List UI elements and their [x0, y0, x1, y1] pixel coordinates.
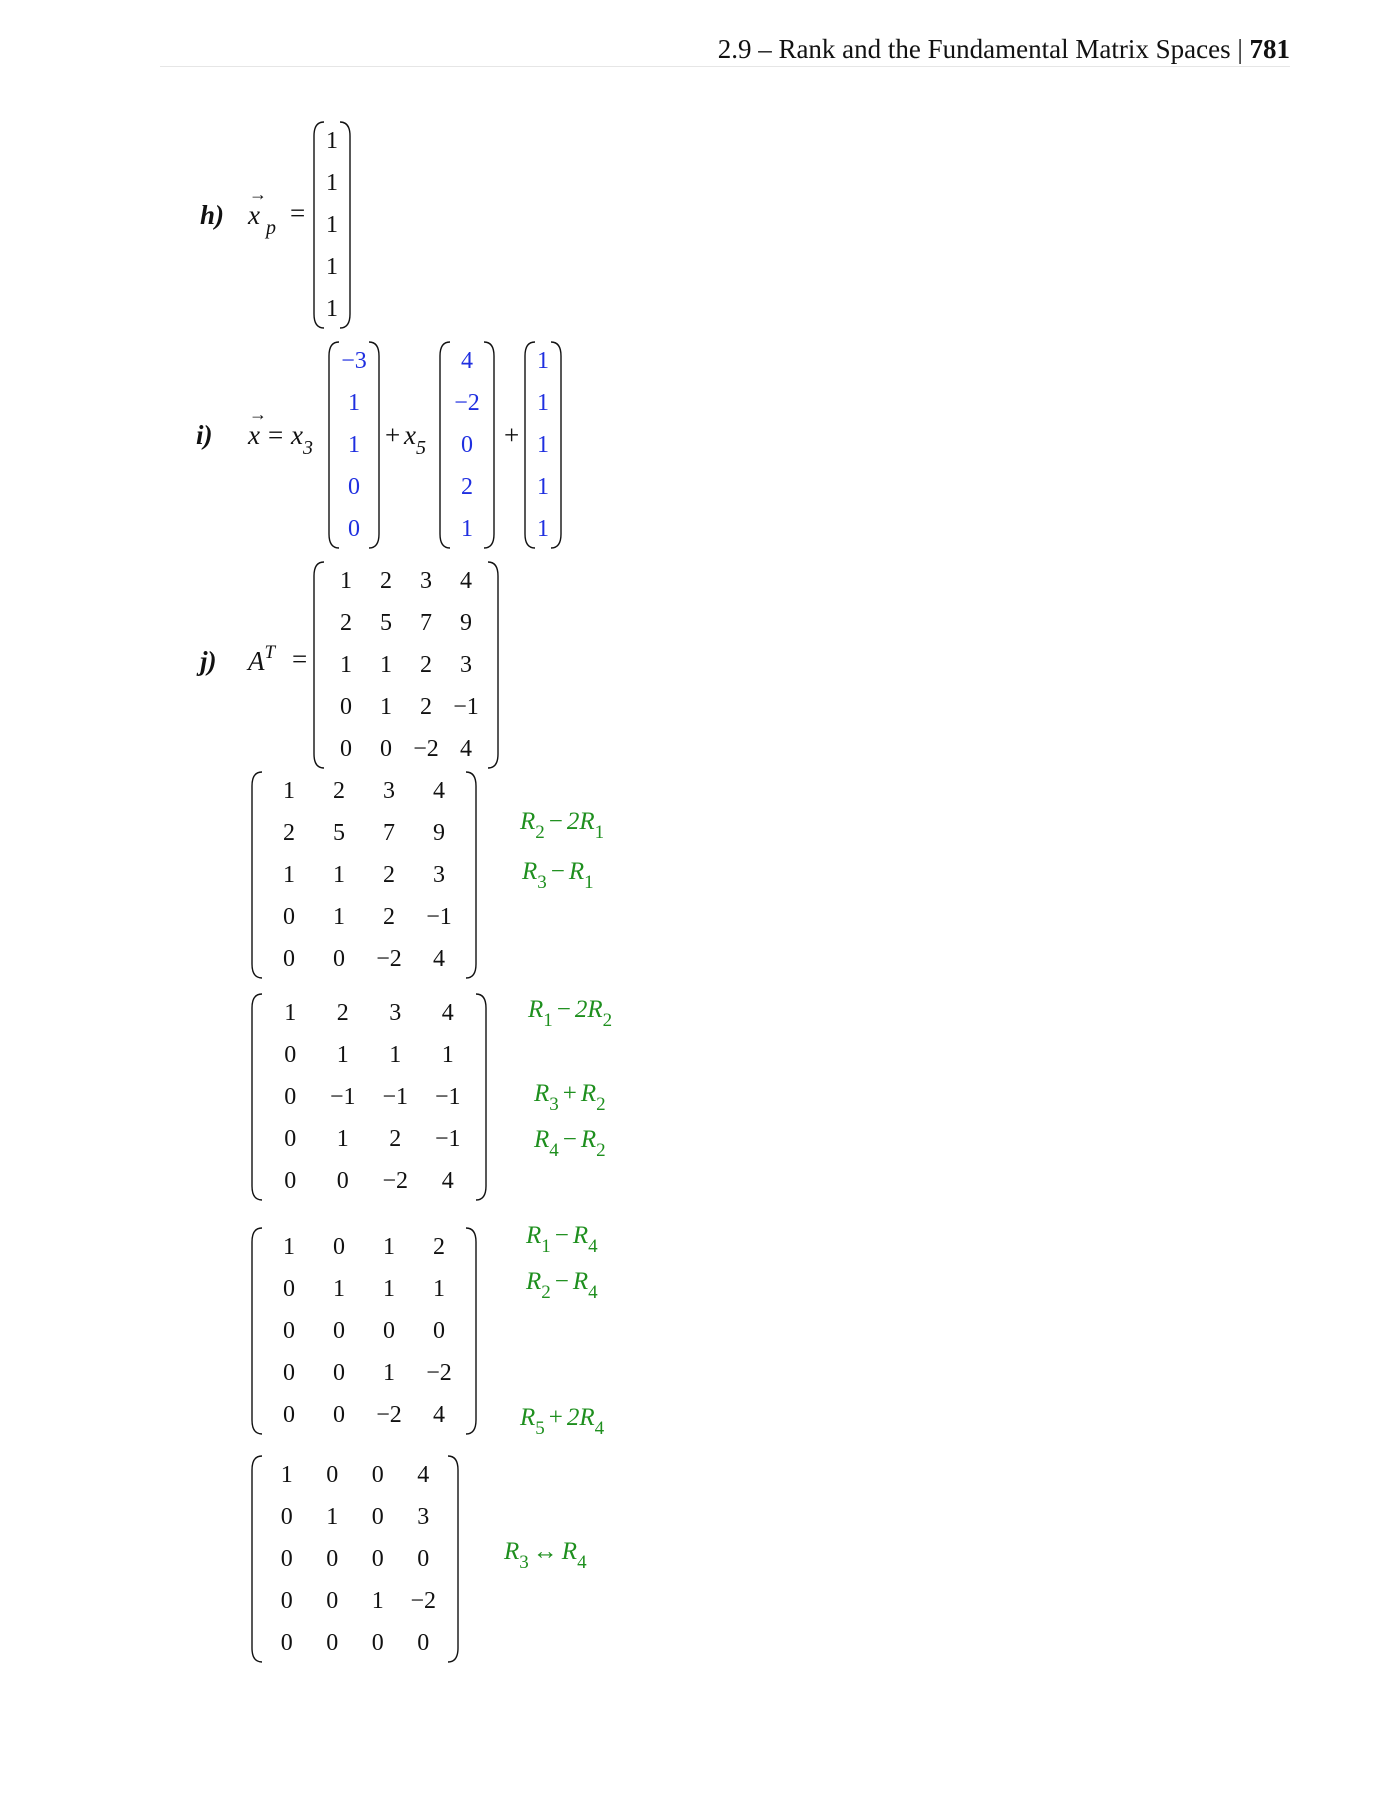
matrix-cell: 0 — [284, 1084, 297, 1110]
part-i-equals: = — [268, 420, 284, 450]
row-op: R2− R4 — [526, 1268, 598, 1303]
step-2-matrix: 1 2 3 4 0 1 1 1 0 −1 −1 −1 0 1 2 −1 0 0 −2 4 — [250, 992, 488, 1202]
matrix-cell: −2 — [382, 1168, 409, 1194]
matrix-cell: 4 — [441, 1000, 454, 1026]
matrix-cell: 0 — [417, 1630, 430, 1656]
matrix-cell: 1 — [336, 1126, 349, 1152]
matrix-cell: 3 — [389, 1000, 402, 1026]
running-head: 2.9 – Rank and the Fundamental Matrix Sp… — [718, 34, 1290, 65]
page-number: 781 — [1249, 34, 1291, 64]
part-h-label: h) — [200, 200, 225, 230]
matrix-cell: −1 — [453, 694, 479, 720]
matrix-cell: 1 — [348, 390, 360, 416]
matrix-cell: 2 — [336, 1000, 349, 1026]
matrix-cell: 4 — [433, 1402, 445, 1428]
matrix-cell: −2 — [410, 1588, 437, 1614]
matrix-cell: 1 — [537, 390, 549, 416]
matrix-cell: 0 — [284, 1126, 297, 1152]
matrix-cell: 1 — [326, 254, 338, 280]
part-j-equals: = — [292, 644, 308, 674]
row-op: R4− R2 — [534, 1126, 606, 1161]
page-header: 2.9 – Rank and the Fundamental Matrix Sp… — [160, 30, 1290, 67]
matrix-cell: 3 — [417, 1504, 430, 1530]
step-3-matrix: 1 0 1 2 0 1 1 1 0 0 0 0 0 0 1 −2 0 0 −2 4 — [250, 1226, 478, 1436]
matrix-cell: 1 — [326, 128, 338, 154]
matrix-cell: 9 — [460, 610, 472, 636]
matrix-cell: 4 — [461, 348, 473, 374]
section-title: 2.9 – Rank and the Fundamental Matrix Sp… — [717, 34, 1243, 64]
matrix-cell: −2 — [426, 1360, 452, 1386]
matrix-cell: 4 — [460, 736, 472, 762]
matrix-cell: 1 — [537, 432, 549, 458]
row-op: R1− R4 — [526, 1222, 598, 1257]
part-i-vector-1: −3 1 1 0 0 — [327, 340, 381, 550]
matrix-cell: 1 — [537, 516, 549, 542]
matrix-cell: 2 — [433, 1234, 445, 1260]
matrix-cell: 0 — [417, 1546, 430, 1572]
step-1-matrix: 1 2 3 4 2 5 7 9 1 1 2 3 0 1 2 −1 0 0 −2 4 — [250, 770, 478, 980]
step-4-matrix: 1 0 0 4 0 1 0 3 0 0 0 0 0 0 1 −2 0 0 0 0 — [250, 1454, 460, 1664]
matrix-cell: 1 — [461, 516, 473, 542]
row-op: R3 ↔ R4 — [504, 1538, 587, 1573]
matrix-cell: −1 — [426, 904, 452, 930]
matrix-cell: 0 — [336, 1168, 349, 1194]
matrix-cell: 1 — [389, 1042, 402, 1068]
part-i-vector-3: 1 1 1 1 1 — [523, 340, 563, 550]
matrix-cell: 1 — [326, 170, 338, 196]
matrix-cell: 1 — [336, 1042, 349, 1068]
part-i-coef-x3: x3 — [291, 420, 313, 459]
matrix-cell: 4 — [460, 568, 472, 594]
row-op: R3− R1 — [522, 858, 594, 893]
matrix-cell: 3 — [460, 652, 472, 678]
matrix-cell: 3 — [433, 862, 445, 888]
matrix-cell: 0 — [284, 1042, 297, 1068]
row-op: R5 +2R4 — [520, 1404, 605, 1439]
matrix-cell: 1 — [537, 474, 549, 500]
part-h-vector-name: → x p — [248, 184, 276, 239]
matrix-cell: 4 — [433, 946, 445, 972]
matrix-cell: 4 — [433, 778, 445, 804]
part-i-plus-1: + — [385, 420, 401, 450]
part-j-matrix-name: AT — [248, 642, 276, 676]
matrix-cell: 4 — [417, 1462, 430, 1488]
part-i-vector-2: 4 −2 0 2 1 — [438, 340, 496, 550]
matrix-cell: −2 — [454, 390, 480, 416]
part-j-label: j) — [200, 646, 217, 676]
part-i-coef-x5: x5 — [404, 420, 426, 459]
part-h-vector: 1 1 1 1 1 — [312, 120, 352, 330]
matrix-cell: −3 — [341, 348, 367, 374]
part-j-matrix: 1 2 3 4 2 5 7 9 1 1 2 3 0 1 2 −1 0 0 −2 4 — [312, 560, 500, 770]
matrix-cell: 4 — [441, 1168, 454, 1194]
row-op: R3 + R2 — [534, 1080, 606, 1115]
matrix-cell: 0 — [348, 474, 360, 500]
matrix-cell: 0 — [348, 516, 360, 542]
matrix-cell: 1 — [326, 296, 338, 322]
row-op: R1−2R2 — [528, 996, 613, 1031]
matrix-cell: 2 — [461, 474, 473, 500]
matrix-cell: 1 — [348, 432, 360, 458]
part-i-label: i) — [196, 420, 213, 450]
matrix-cell: −1 — [329, 1084, 356, 1110]
matrix-cell: −1 — [434, 1084, 461, 1110]
matrix-cell: −1 — [434, 1126, 461, 1152]
row-op: R2−2R1 — [520, 808, 605, 843]
matrix-cell: 1 — [441, 1042, 454, 1068]
matrix-cell: 0 — [461, 432, 473, 458]
matrix-cell: 1 — [326, 212, 338, 238]
matrix-cell: 1 — [433, 1276, 445, 1302]
matrix-cell: −1 — [382, 1084, 409, 1110]
matrix-cell: 9 — [433, 820, 445, 846]
matrix-cell: 1 — [537, 348, 549, 374]
matrix-cell: 0 — [433, 1318, 445, 1344]
part-i-vector-name: → x — [248, 404, 267, 450]
matrix-cell: 0 — [284, 1168, 297, 1194]
matrix-cell: 1 — [284, 1000, 297, 1026]
matrix-cell: 2 — [389, 1126, 402, 1152]
